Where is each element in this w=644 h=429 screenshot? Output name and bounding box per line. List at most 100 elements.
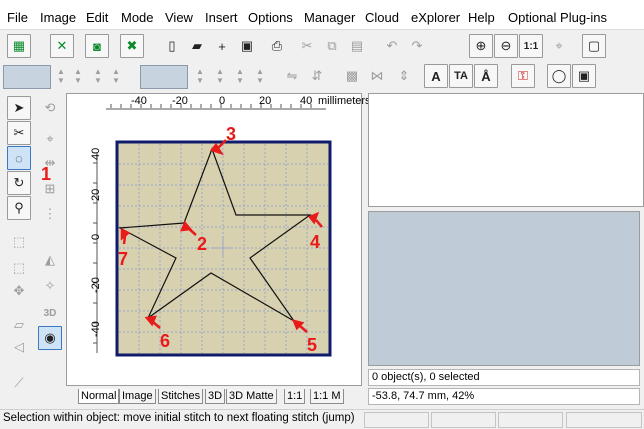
annotation-6: 6 — [160, 331, 171, 351]
rot-stepper-2[interactable]: ▲ ▼ — [212, 64, 228, 88]
open-folder-icon: ▰ — [192, 38, 202, 53]
paste-button[interactable]: ▤ — [345, 34, 369, 58]
tab-1to1-m[interactable]: 1:1 M — [310, 389, 344, 404]
preview-panel[interactable] — [368, 211, 640, 366]
rot-stepper[interactable]: ▲ ▼ — [192, 64, 208, 88]
mirror-v-button[interactable]: ⇵ — [305, 64, 329, 88]
angle-tool[interactable]: ◁ — [7, 335, 31, 359]
mirror-vertical-icon: ⇵ — [311, 68, 323, 83]
ruler-x-label-1: -40 — [131, 95, 147, 107]
zoom-in-button[interactable]: ⊕ — [469, 34, 493, 58]
stitch-tool[interactable]: ⋮ — [38, 202, 62, 226]
magic-wand-button[interactable]: ✕ — [50, 34, 74, 58]
add-button[interactable]: + — [210, 34, 234, 58]
wand-tool[interactable]: ✧ — [38, 274, 62, 298]
tab-3d[interactable]: 3D — [205, 389, 226, 404]
edit-nodes-tool[interactable]: ✂ — [7, 121, 31, 145]
3d-tool[interactable]: 3D — [38, 301, 62, 325]
menu-manager[interactable]: Manager — [304, 10, 355, 26]
select-tool[interactable]: ➤ — [7, 96, 31, 120]
rect-tool[interactable]: ⬚ — [7, 230, 31, 254]
menu-view[interactable]: View — [165, 10, 193, 26]
undo-button[interactable]: ↶ — [380, 34, 404, 58]
key-button[interactable]: ⚿ — [511, 64, 535, 88]
center-tool[interactable]: ⌖ — [38, 127, 62, 151]
skew-stepper[interactable]: ▲ ▼ — [232, 64, 248, 88]
status-cell-3 — [498, 412, 563, 428]
menu-edit[interactable]: Edit — [86, 10, 108, 26]
height-stepper[interactable]: ▲ ▼ — [90, 64, 106, 88]
menu-insert[interactable]: Insert — [205, 10, 238, 26]
pattern-button[interactable]: ▩ — [340, 64, 364, 88]
camera-button[interactable]: ◙ — [85, 34, 109, 58]
wand-cross-button[interactable]: ✖ — [120, 34, 144, 58]
lasso-select-tool[interactable]: ◌ — [7, 146, 31, 170]
distribute-button[interactable]: ⇕ — [392, 64, 416, 88]
copy-button[interactable]: ⧉ — [320, 34, 344, 58]
print-button[interactable]: ⎙ — [265, 34, 289, 58]
annotation-2: 2 — [197, 234, 208, 254]
tab-image[interactable]: Image — [119, 389, 156, 404]
move-icon: ✥ — [13, 283, 25, 298]
hoop-button[interactable]: ▢ — [582, 34, 606, 58]
tab-normal[interactable]: Normal — [78, 389, 120, 404]
camera-icon: ◙ — [93, 38, 101, 54]
view-eye-icon: ◉ — [44, 330, 56, 345]
grid-view-button[interactable]: ▦ — [7, 34, 31, 58]
menu-cloud[interactable]: Cloud — [365, 10, 399, 26]
zoom-tool[interactable]: ⚲ — [7, 196, 31, 220]
text-ta-icon: TA — [454, 70, 468, 82]
menu-mode[interactable]: Mode — [121, 10, 154, 26]
rotate-tool[interactable]: ↻ — [7, 171, 31, 195]
fill-tool[interactable]: ◭ — [38, 248, 62, 272]
crop-icon: ▱ — [14, 317, 24, 332]
annotation-4: 4 — [310, 232, 321, 252]
zoom-fit-button[interactable]: ⌖ — [547, 34, 571, 58]
menu-plugins[interactable]: Optional Plug-ins — [508, 10, 607, 26]
wand-cross-icon: ✖ — [126, 38, 138, 53]
monogram-button[interactable]: TA — [449, 64, 473, 88]
save-button[interactable]: ▣ — [235, 34, 259, 58]
crop-tool[interactable]: ▱ — [7, 313, 31, 337]
height-stepper-2[interactable]: ▲ ▼ — [108, 64, 124, 88]
view-tool[interactable]: ◉ — [38, 326, 62, 350]
height-field[interactable] — [140, 65, 188, 89]
width-stepper-2[interactable]: ▲ ▼ — [70, 64, 86, 88]
print-icon: ⎙ — [271, 38, 283, 53]
menu-options[interactable]: Options — [248, 10, 293, 26]
stepper-icon: ▲ ▼ — [256, 67, 264, 85]
menu-file[interactable]: File — [7, 10, 28, 26]
slant-icon: ⟋ — [14, 375, 24, 390]
new-file-button[interactable]: ▯ — [160, 34, 184, 58]
cut-button[interactable]: ✂ — [295, 34, 319, 58]
slant-tool[interactable]: ⟋ — [7, 371, 31, 395]
align-button[interactable]: ⋈ — [365, 64, 389, 88]
tab-1to1[interactable]: 1:1 — [284, 389, 306, 404]
width-stepper[interactable]: ▲ ▼ — [53, 64, 69, 88]
text-button[interactable]: A — [424, 64, 448, 88]
ruler-y-label-3: 0 — [90, 233, 102, 240]
redo-button[interactable]: ↷ — [405, 34, 429, 58]
tab-stitches[interactable]: Stitches — [158, 389, 204, 404]
mirror-h-button[interactable]: ⇋ — [280, 64, 304, 88]
text-path-button[interactable]: Å — [474, 64, 498, 88]
object-list-panel[interactable] — [368, 93, 644, 207]
shape-button[interactable]: ◯ — [547, 64, 571, 88]
status-cell-4 — [566, 412, 642, 428]
open-folder-button[interactable]: ▰ — [185, 34, 209, 58]
zoom-out-button[interactable]: ⊖ — [494, 34, 518, 58]
redo-icon: ↷ — [411, 38, 423, 53]
move-tool[interactable]: ✥ — [7, 279, 31, 303]
zoom-1to1-button[interactable]: 1:1 — [519, 34, 543, 58]
status-cell-2 — [431, 412, 496, 428]
skew-stepper-2[interactable]: ▲ ▼ — [252, 64, 268, 88]
menu-explorer[interactable]: eXplorer — [411, 10, 460, 26]
stepper-icon: ▲ ▼ — [236, 67, 244, 85]
rotate-select-tool[interactable]: ⟲ — [38, 96, 62, 120]
tab-3d-matte[interactable]: 3D Matte — [226, 389, 277, 404]
width-field[interactable] — [3, 65, 51, 89]
menu-image[interactable]: Image — [40, 10, 76, 26]
frame-tool[interactable]: ⬚ — [7, 256, 31, 280]
menu-help[interactable]: Help — [468, 10, 495, 26]
disk-button[interactable]: ▣ — [572, 64, 596, 88]
